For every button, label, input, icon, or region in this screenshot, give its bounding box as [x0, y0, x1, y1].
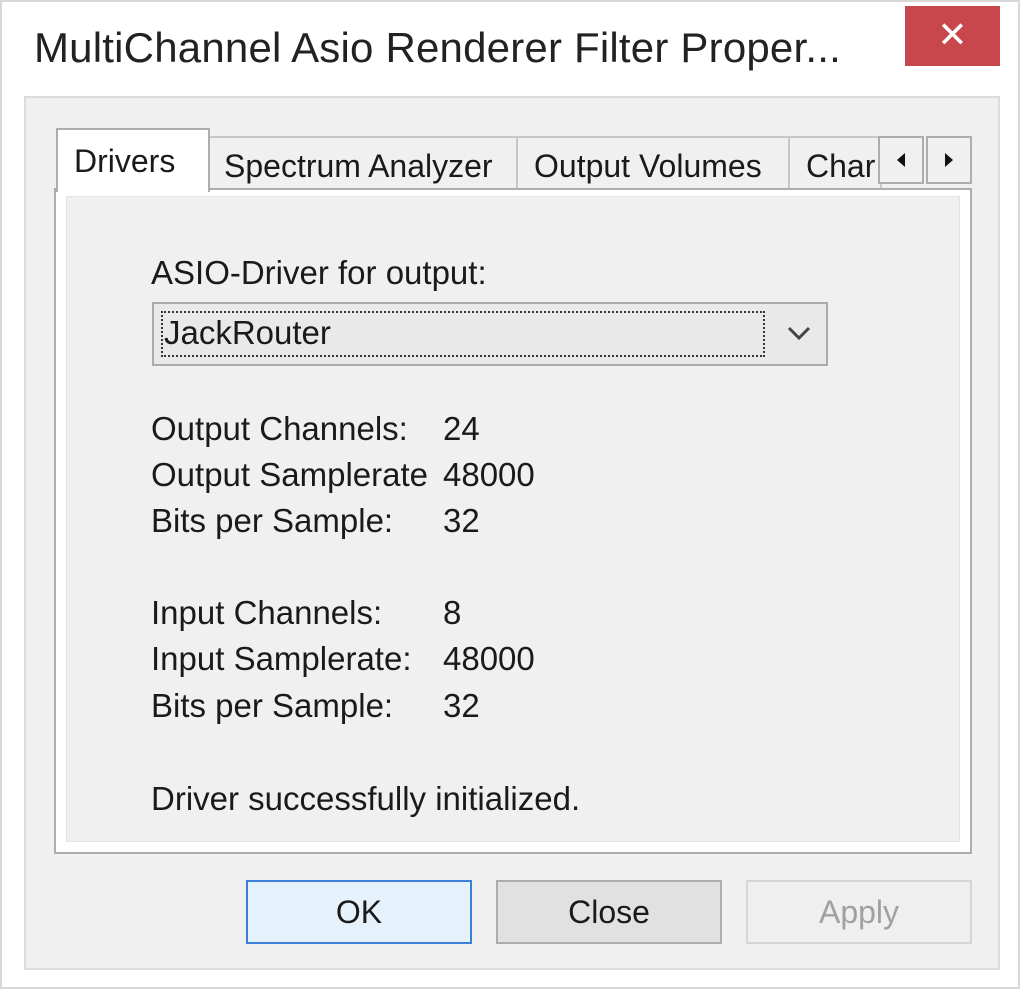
tab-output-volumes-label: Output Volumes	[534, 147, 762, 184]
tab-drivers-label: Drivers	[74, 142, 176, 179]
asio-driver-select-value: JackRouter	[164, 314, 331, 351]
close-button[interactable]: Close	[496, 880, 722, 944]
window-title: MultiChannel Asio Renderer Filter Proper…	[34, 24, 841, 71]
tab-scroll-right-button[interactable]	[926, 136, 972, 184]
window-close-button[interactable]: ✕	[905, 6, 1000, 66]
chevron-down-icon	[787, 326, 811, 341]
driver-status-text: Driver successfully initialized.	[151, 780, 581, 817]
output-bits-per-sample-value: 32	[443, 502, 480, 539]
input-bits-per-sample-value: 32	[443, 687, 480, 724]
asio-driver-label: ASIO-Driver for output:	[151, 254, 487, 291]
tab-spectrum-analyzer-label: Spectrum Analyzer	[224, 147, 493, 184]
properties-dialog: MultiChannel Asio Renderer Filter Proper…	[0, 0, 1020, 989]
input-samplerate-value: 48000	[443, 640, 535, 677]
input-channels-label: Input Channels:	[151, 594, 383, 631]
asio-driver-select[interactable]: JackRouter	[152, 302, 828, 366]
close-icon: ✕	[937, 15, 968, 56]
tab-scroll-left-button[interactable]	[878, 136, 924, 184]
input-channels-value: 8	[443, 594, 462, 631]
output-channels-label: Output Channels:	[151, 410, 408, 447]
input-bits-per-sample-label: Bits per Sample:	[151, 687, 394, 724]
output-samplerate-label: Output Samplerate	[151, 456, 428, 493]
output-bits-per-sample-label: Bits per Sample:	[151, 502, 394, 539]
apply-button[interactable]: Apply	[746, 880, 972, 944]
tab-channels-label: Char	[806, 147, 876, 184]
ok-button[interactable]: OK	[246, 880, 472, 944]
tab-output-volumes[interactable]: Output Volumes	[516, 136, 790, 194]
tab-drivers[interactable]: Drivers	[56, 128, 210, 192]
tab-channels-truncated[interactable]: Char	[788, 136, 882, 194]
output-samplerate-value: 48000	[443, 456, 535, 493]
input-samplerate-label: Input Samplerate:	[151, 640, 412, 677]
scroll-right-icon	[945, 153, 953, 167]
output-channels-value: 24	[443, 410, 480, 447]
scroll-left-icon	[897, 153, 905, 167]
tab-spectrum-analyzer[interactable]: Spectrum Analyzer	[206, 136, 518, 194]
